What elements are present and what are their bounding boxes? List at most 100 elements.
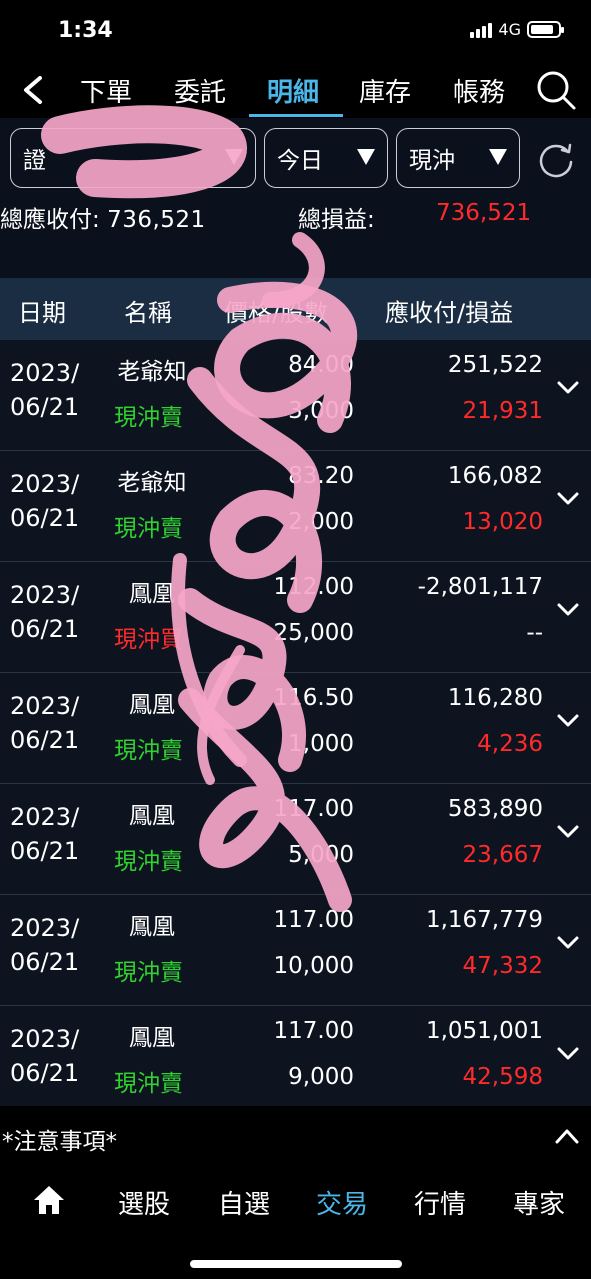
chevron-down-icon[interactable] [556, 1044, 580, 1064]
row-amount: 116,280 [447, 685, 543, 711]
dropdown-arrow-icon [225, 149, 243, 165]
row-trade-type: 現沖賣 [114, 1071, 183, 1097]
tab-watchlist[interactable]: 自選 [218, 1184, 270, 1221]
table-row[interactable]: 2023/06/21 鳳凰 現沖賣 117.00 10,000 1,167,779 47,3… [0, 895, 591, 1006]
row-quantity: 25,000 [273, 620, 354, 646]
row-price: 117.00 [273, 907, 354, 933]
home-indicator [190, 1260, 402, 1268]
tab-accounts[interactable]: 帳務 [453, 72, 505, 109]
row-profit-loss: 4,236 [477, 731, 543, 757]
notice-bar[interactable]: *注意事項* [0, 1106, 591, 1166]
tab-trade[interactable]: 交易 [316, 1184, 368, 1221]
dropdown-arrow-icon [489, 149, 507, 165]
home-icon[interactable] [32, 1184, 66, 1216]
trade-type-select-value: 現沖 [409, 148, 455, 174]
tab-stock-picker[interactable]: 選股 [118, 1184, 170, 1221]
notice-label: *注意事項* [2, 1129, 117, 1155]
tab-details[interactable]: 明細 [267, 72, 319, 109]
row-stock-name: 鳳凰 [129, 914, 175, 940]
row-amount: 166,082 [447, 463, 543, 489]
col-price-qty: 價格/股數 [224, 299, 329, 327]
chevron-down-icon[interactable] [556, 822, 580, 842]
row-amount: 251,522 [447, 352, 543, 378]
col-date: 日期 [18, 299, 66, 327]
total-receivable-value: 736,521 [107, 207, 206, 233]
row-stock-name: 老爺知 [117, 359, 187, 385]
table-row[interactable]: 2023/06/21 鳳凰現沖賣 117.00 5,000 583,890 23,667 [0, 784, 591, 895]
row-stock-name: 老爺知 [117, 470, 187, 496]
status-bar: 1:34 4G [0, 0, 591, 62]
table-row[interactable]: 2023/06/21 鳳凰現沖賣 116.50 1,000 116,280 4,236 [0, 673, 591, 784]
account-select[interactable]: 證 [10, 128, 256, 188]
col-name: 名稱 [124, 299, 172, 327]
back-arrow-icon[interactable] [16, 70, 52, 110]
row-profit-loss: 47,332 [462, 953, 543, 979]
row-date: 2023/06/21 [10, 914, 80, 976]
tab-experts[interactable]: 專家 [513, 1184, 565, 1221]
row-profit-loss: 23,667 [462, 842, 543, 868]
total-receivable: 總應收付: 736,521 [0, 200, 206, 234]
row-amount: 1,051,001 [425, 1018, 543, 1044]
row-quantity: 10,000 [273, 953, 354, 979]
chevron-down-icon[interactable] [556, 600, 580, 620]
chevron-down-icon[interactable] [556, 489, 580, 509]
trade-list: 2023/06/21 老爺知 現沖賣 84.00 3,000 251,522 21,931 2… [0, 340, 591, 1117]
network-label: 4G [498, 20, 521, 39]
chevron-up-icon[interactable] [554, 1126, 580, 1146]
row-price: 117.00 [273, 796, 354, 822]
row-profit-loss: 42,598 [462, 1064, 543, 1090]
chevron-down-icon[interactable] [556, 933, 580, 953]
active-tab-indicator [249, 114, 343, 117]
row-stock-name: 鳳凰 [129, 581, 175, 607]
row-price: 84.00 [288, 352, 354, 378]
filter-panel: 證 今日 現沖 總應收付: 736,521 總損益: 736,521 [0, 118, 591, 278]
row-date: 2023/06/21 [10, 581, 80, 643]
row-trade-type: 現沖賣 [114, 738, 183, 764]
status-time: 1:34 [58, 18, 113, 43]
row-price: 117.00 [273, 1018, 354, 1044]
row-stock-name: 鳳凰 [129, 1025, 175, 1051]
table-row[interactable]: 2023/06/21 鳳凰 現沖買 112.00 25,000 -2,801,117 -- [0, 562, 591, 673]
trade-type-select[interactable]: 現沖 [396, 128, 520, 188]
row-trade-type: 現沖賣 [114, 405, 183, 431]
battery-icon [527, 21, 564, 38]
chevron-down-icon[interactable] [556, 378, 580, 398]
tab-inventory[interactable]: 庫存 [359, 72, 411, 109]
table-row[interactable]: 2023/06/21 老爺知 現沖賣 83.20 2,000 166,082 13,020 [0, 451, 591, 562]
period-select[interactable]: 今日 [264, 128, 388, 188]
chevron-down-icon[interactable] [556, 711, 580, 731]
row-quantity: 9,000 [288, 1064, 354, 1090]
table-row[interactable]: 2023/06/21 鳳凰現沖賣 117.00 9,000 1,051,001 42,59… [0, 1006, 591, 1117]
tab-market[interactable]: 行情 [414, 1184, 466, 1221]
row-profit-loss: -- [526, 620, 543, 646]
search-icon[interactable] [534, 68, 578, 112]
row-quantity: 2,000 [288, 509, 354, 535]
row-date: 2023/06/21 [10, 1025, 80, 1087]
top-nav: 下單 委託 明細 庫存 帳務 [0, 62, 591, 120]
table-header: 日期 名稱 價格/股數 應收付/損益 [0, 278, 591, 340]
row-trade-type: 現沖賣 [114, 849, 183, 875]
row-quantity: 5,000 [288, 842, 354, 868]
row-stock-name: 鳳凰 [129, 692, 175, 718]
total-receivable-label: 總應收付: [0, 207, 100, 233]
row-quantity: 1,000 [288, 731, 354, 757]
cell-signal-icon [470, 22, 493, 38]
table-row[interactable]: 2023/06/21 老爺知 現沖賣 84.00 3,000 251,522 21,931 [0, 340, 591, 451]
dropdown-arrow-icon [357, 149, 375, 165]
row-amount: 583,890 [447, 796, 543, 822]
row-date: 2023/06/21 [10, 359, 80, 421]
tab-orders[interactable]: 委託 [174, 72, 226, 109]
row-date: 2023/06/21 [10, 803, 80, 865]
row-stock-name: 鳳凰 [129, 803, 175, 829]
row-price: 116.50 [273, 685, 354, 711]
total-pl-value: 736,521 [436, 200, 532, 226]
tab-place-order[interactable]: 下單 [80, 72, 132, 109]
refresh-icon[interactable] [536, 140, 576, 180]
row-date: 2023/06/21 [10, 692, 80, 754]
row-date: 2023/06/21 [10, 470, 80, 532]
status-indicators: 4G [470, 20, 564, 39]
bottom-tab-bar: 選股 自選 交易 行情 專家 [0, 1166, 591, 1279]
row-trade-type: 現沖買 [114, 627, 183, 653]
row-amount: -2,801,117 [417, 574, 543, 600]
row-quantity: 3,000 [288, 398, 354, 424]
